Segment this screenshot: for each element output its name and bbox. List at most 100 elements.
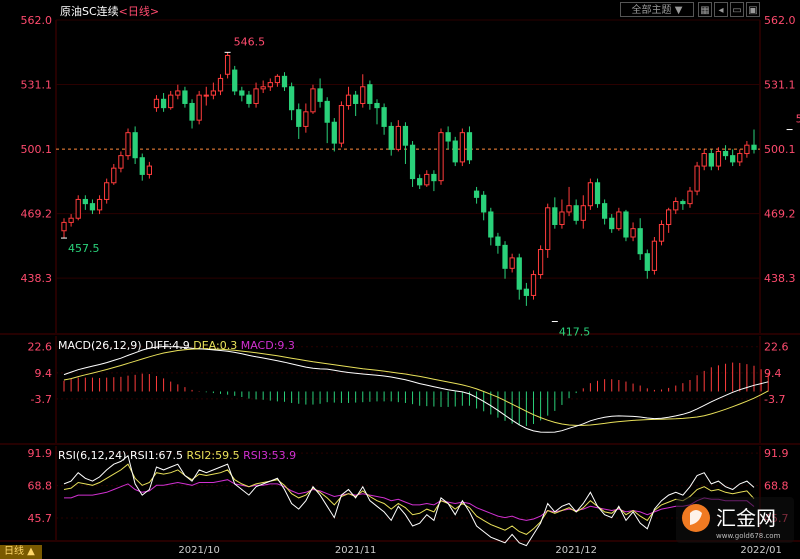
candle-body bbox=[417, 178, 423, 186]
candle-body bbox=[96, 198, 103, 211]
candle-body bbox=[473, 190, 480, 198]
date-tick-label: 2022/01 bbox=[740, 545, 782, 556]
macd-ytick-right: 22.6 bbox=[764, 341, 789, 354]
date-tick-label: 2021/12 bbox=[555, 545, 597, 556]
candle-body bbox=[694, 165, 700, 192]
candle-body bbox=[253, 88, 259, 104]
candle-body bbox=[217, 77, 224, 92]
candle-body bbox=[409, 144, 416, 180]
candle-body bbox=[310, 88, 316, 113]
candle-body bbox=[367, 84, 373, 104]
candle-body bbox=[495, 236, 501, 246]
candle-body bbox=[196, 94, 202, 121]
candle-body bbox=[402, 125, 409, 146]
watermark-site: www.gold678.com bbox=[716, 532, 781, 540]
candle-body bbox=[431, 173, 437, 182]
candle-body bbox=[552, 207, 558, 225]
rsi-ytick-right: 68.8 bbox=[764, 480, 789, 493]
price-ytick-left: 469.2 bbox=[21, 208, 53, 221]
candle-body bbox=[701, 153, 707, 167]
candle-body bbox=[673, 201, 679, 211]
candle-body bbox=[360, 86, 366, 104]
candle-body bbox=[658, 223, 665, 242]
candle-body bbox=[459, 132, 465, 163]
macd-legend-name: MACD(26,12,9) bbox=[58, 339, 142, 352]
candle-body bbox=[559, 211, 565, 225]
candle-body bbox=[324, 100, 330, 123]
macd-legend-diff: DIFF:4.9 bbox=[145, 339, 190, 352]
candle-body bbox=[481, 194, 487, 213]
chevron-down-icon: ▼ bbox=[674, 5, 683, 16]
candle-body bbox=[281, 75, 288, 88]
candle-body bbox=[594, 182, 601, 205]
price-ytick-right: 500.1 bbox=[764, 143, 796, 156]
candle-body bbox=[687, 190, 693, 205]
candle-body bbox=[601, 203, 608, 219]
rsi-legend-name: RSI(6,12,24) bbox=[58, 449, 127, 462]
candle-body bbox=[523, 288, 530, 296]
grid-icon[interactable]: ▦ bbox=[698, 2, 712, 17]
candle-body bbox=[239, 90, 245, 96]
window-icon[interactable]: ▭ bbox=[730, 2, 744, 17]
candle-body bbox=[751, 144, 757, 150]
fullscreen-icon[interactable]: ▣ bbox=[746, 2, 760, 17]
rsi-ytick-left: 91.9 bbox=[28, 447, 53, 460]
instrument-name: 原油SC连续 bbox=[60, 5, 119, 18]
candle-body bbox=[153, 98, 160, 109]
theme-dropdown[interactable]: 全部主题 ▼ bbox=[620, 2, 694, 17]
period-badge[interactable]: 日线 ▲ bbox=[0, 545, 42, 559]
candle-body bbox=[68, 217, 74, 223]
candle-body bbox=[466, 132, 473, 161]
macd-ytick-left: -3.7 bbox=[31, 393, 52, 406]
candle-body bbox=[644, 253, 650, 271]
candle-body bbox=[331, 121, 337, 144]
macd-ytick-left: 22.6 bbox=[28, 341, 53, 354]
candle-body bbox=[623, 211, 629, 238]
annotation-label: 417.5 bbox=[559, 326, 591, 339]
chart-title: 原油SC连续<日线> bbox=[60, 3, 159, 19]
candle-body bbox=[651, 240, 658, 271]
candle-body bbox=[146, 165, 152, 175]
candle-body bbox=[246, 94, 252, 104]
candle-body bbox=[75, 198, 81, 219]
candle-body bbox=[530, 274, 537, 296]
candle-body bbox=[587, 182, 594, 207]
rsi-ytick-left: 45.7 bbox=[28, 512, 53, 525]
candle-body bbox=[338, 105, 345, 144]
candle-body bbox=[381, 107, 387, 127]
back-icon[interactable]: ◂ bbox=[714, 2, 728, 17]
candle-body bbox=[203, 94, 209, 97]
price-ytick-right: 531.1 bbox=[764, 78, 796, 91]
rsi-legend-rsi1: RSI1:67.5 bbox=[129, 449, 184, 462]
candle-body bbox=[267, 82, 273, 88]
period-label[interactable]: <日线> bbox=[119, 5, 159, 18]
candle-body bbox=[296, 109, 302, 127]
candle-body bbox=[630, 228, 636, 238]
candle-body bbox=[537, 249, 544, 276]
candle-body bbox=[189, 102, 195, 121]
candle-body bbox=[438, 132, 444, 182]
candle-body bbox=[260, 86, 266, 90]
theme-dropdown-label: 全部主题 bbox=[631, 5, 672, 16]
price-ytick-right: 438.3 bbox=[764, 272, 796, 285]
price-ytick-left: 531.1 bbox=[21, 78, 53, 91]
candle-body bbox=[395, 125, 401, 150]
candle-body bbox=[111, 167, 117, 184]
annotation-label: 509.5 bbox=[796, 113, 800, 126]
candle-body bbox=[452, 140, 458, 163]
candle-body bbox=[89, 203, 96, 211]
candle-body bbox=[139, 157, 145, 175]
candle-body bbox=[345, 94, 352, 107]
candle-body bbox=[744, 144, 750, 155]
macd-legend-dea: DEA:0.3 bbox=[193, 339, 238, 352]
candle-body bbox=[516, 257, 522, 290]
candle-body bbox=[374, 102, 380, 109]
candle-body bbox=[424, 173, 430, 186]
macd-legend: MACD(26,12,9) DIFF:4.9 DEA:0.3 MACD:9.3 bbox=[58, 339, 295, 352]
candle-body bbox=[730, 155, 736, 163]
candle-body bbox=[488, 211, 494, 238]
candle-body bbox=[566, 205, 572, 213]
candle-body bbox=[125, 132, 131, 157]
candle-body bbox=[288, 86, 295, 111]
date-tick-label: 2021/10 bbox=[178, 545, 220, 556]
